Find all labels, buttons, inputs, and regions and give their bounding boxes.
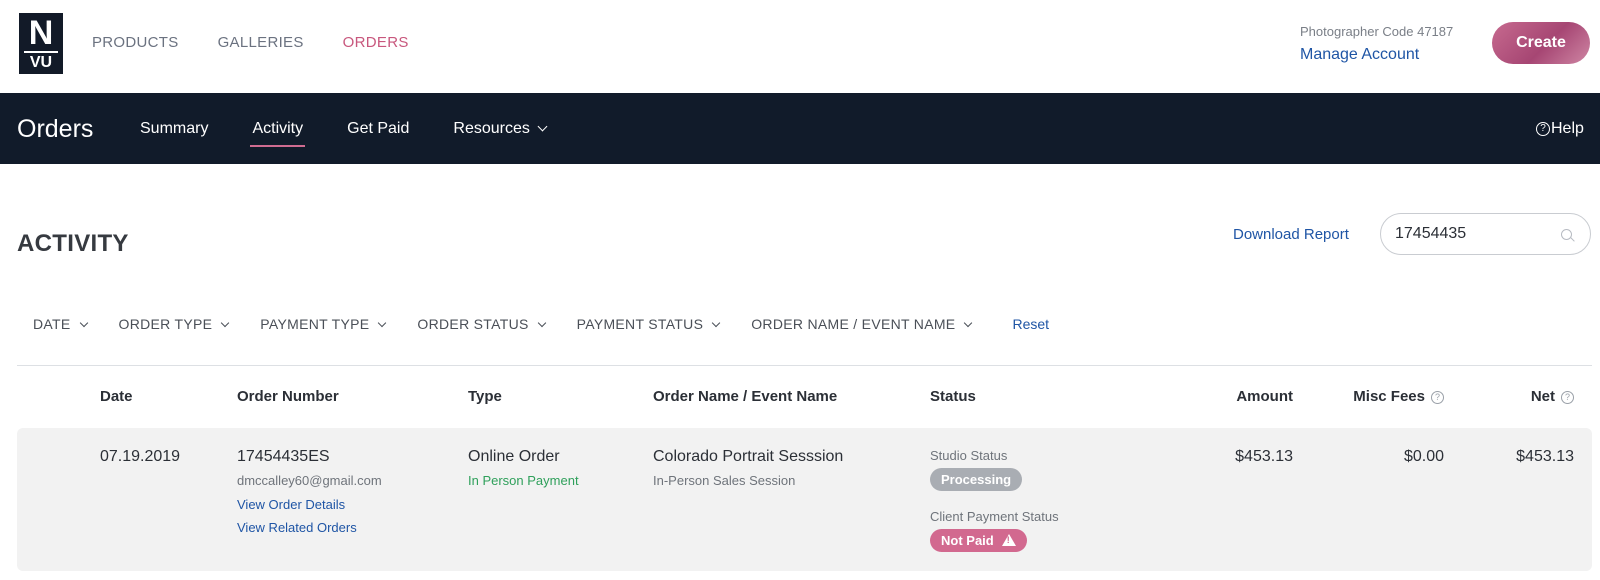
filter-label: DATE: [33, 316, 71, 332]
column-header-net: Net?: [1480, 388, 1574, 406]
tab-resources[interactable]: Resources: [453, 119, 548, 139]
filter-label: ORDER TYPE: [118, 316, 213, 332]
order-name: Colorado Portrait Sesssion: [653, 448, 844, 465]
chevron-down-icon: [964, 318, 973, 328]
view-related-orders-link[interactable]: View Related Orders: [237, 518, 357, 538]
search-icon[interactable]: [1561, 229, 1572, 240]
logo-letter-n: N: [28, 14, 54, 52]
nvu-logo[interactable]: N VU: [19, 13, 63, 74]
top-nav: PRODUCTS GALLERIES ORDERS: [92, 34, 409, 52]
tab-get-paid[interactable]: Get Paid: [347, 119, 409, 139]
chevron-down-icon: [378, 318, 387, 328]
manage-account-link[interactable]: Manage Account: [1300, 45, 1470, 65]
filter-date[interactable]: DATE: [33, 315, 88, 333]
filter-divider: [17, 365, 1592, 366]
help-link[interactable]: ? Help: [1536, 119, 1584, 139]
tab-activity[interactable]: Activity: [250, 119, 305, 147]
misc-fees-value: $0.00: [1403, 448, 1444, 465]
search-box: [1380, 213, 1591, 255]
status-badge-label: Not Paid: [941, 533, 994, 548]
net-label: Net: [1530, 388, 1555, 405]
view-order-details-link[interactable]: View Order Details: [237, 495, 345, 515]
studio-status-label: Studio Status: [930, 448, 1008, 463]
chevron-down-icon: [79, 318, 88, 328]
payment-type: In Person Payment: [468, 473, 579, 488]
top-nav-products[interactable]: PRODUCTS: [92, 34, 179, 52]
search-input[interactable]: [1395, 223, 1555, 245]
status-badge: Processing: [930, 468, 1023, 491]
client-payment-status-label: Client Payment Status: [930, 509, 1059, 524]
chevron-down-icon: [537, 318, 546, 328]
filter-bar: DATE ORDER TYPE PAYMENT TYPE ORDER STATU…: [33, 315, 1049, 333]
top-header: N VU PRODUCTS GALLERIES ORDERS Photograp…: [0, 0, 1600, 93]
info-icon[interactable]: ?: [1431, 391, 1444, 404]
photographer-code: Photographer Code 47187: [1300, 24, 1454, 39]
column-header-order-number: Order Number: [237, 388, 339, 405]
download-report-link[interactable]: Download Report: [1233, 226, 1349, 244]
column-header-amount: Amount: [1236, 388, 1293, 405]
filter-payment-status[interactable]: PAYMENT STATUS: [576, 315, 721, 333]
column-header-order-name: Order Name / Event Name: [653, 388, 838, 405]
account-info: Photographer Code 47187 Manage Account: [1300, 24, 1470, 65]
filter-label: ORDER STATUS: [417, 316, 529, 332]
client-payment-status: Not Paid: [930, 529, 1027, 552]
reset-filters-link[interactable]: Reset: [1012, 315, 1049, 333]
filter-label: PAYMENT STATUS: [576, 316, 704, 332]
filter-order-name[interactable]: ORDER NAME / EVENT NAME: [751, 315, 973, 333]
warning-icon: [1001, 534, 1016, 546]
filter-label: PAYMENT TYPE: [260, 316, 370, 332]
section-tabs: Summary Activity Get Paid Resources: [140, 119, 590, 147]
create-button[interactable]: Create: [1492, 22, 1590, 64]
tab-resources-label: Resources: [453, 120, 530, 137]
logo-letters-vu: VU: [24, 51, 58, 71]
order-amount: $453.13: [1235, 448, 1293, 465]
help-circle-icon: ?: [1536, 122, 1550, 136]
chevron-down-icon: [221, 318, 230, 328]
section-nav: Orders Summary Activity Get Paid Resourc…: [0, 93, 1600, 164]
tab-summary[interactable]: Summary: [140, 119, 208, 139]
section-title: Orders: [17, 115, 94, 143]
order-date: 07.19.2019: [100, 448, 181, 465]
status-badge: Not Paid: [930, 529, 1027, 552]
chevron-down-icon: [711, 318, 721, 328]
filter-order-status[interactable]: ORDER STATUS: [417, 315, 546, 333]
column-header-date: Date: [100, 388, 133, 405]
page-title: ACTIVITY: [17, 230, 129, 257]
chevron-down-icon: [537, 121, 548, 132]
filter-payment-type[interactable]: PAYMENT TYPE: [260, 315, 387, 333]
misc-fees-label: Misc Fees: [1353, 388, 1425, 405]
column-header-misc-fees: Misc Fees?: [1330, 388, 1444, 406]
info-icon[interactable]: ?: [1561, 391, 1574, 404]
top-nav-orders[interactable]: ORDERS: [343, 34, 409, 52]
filter-label: ORDER NAME / EVENT NAME: [751, 316, 956, 332]
event-name: In-Person Sales Session: [653, 473, 796, 488]
table-row: 07.19.2019 17454435ES dmccalley60@gmail.…: [17, 428, 1592, 571]
studio-status: Processing: [930, 468, 1023, 491]
order-number: 17454435ES: [237, 448, 330, 465]
column-header-status: Status: [930, 388, 976, 405]
order-type: Online Order: [468, 448, 560, 465]
net-value: $453.13: [1516, 448, 1574, 465]
filter-order-type[interactable]: ORDER TYPE: [118, 315, 230, 333]
top-nav-galleries[interactable]: GALLERIES: [218, 34, 304, 52]
column-header-type: Type: [468, 388, 502, 405]
help-label: Help: [1551, 120, 1584, 137]
customer-email: dmccalley60@gmail.com: [237, 473, 382, 488]
